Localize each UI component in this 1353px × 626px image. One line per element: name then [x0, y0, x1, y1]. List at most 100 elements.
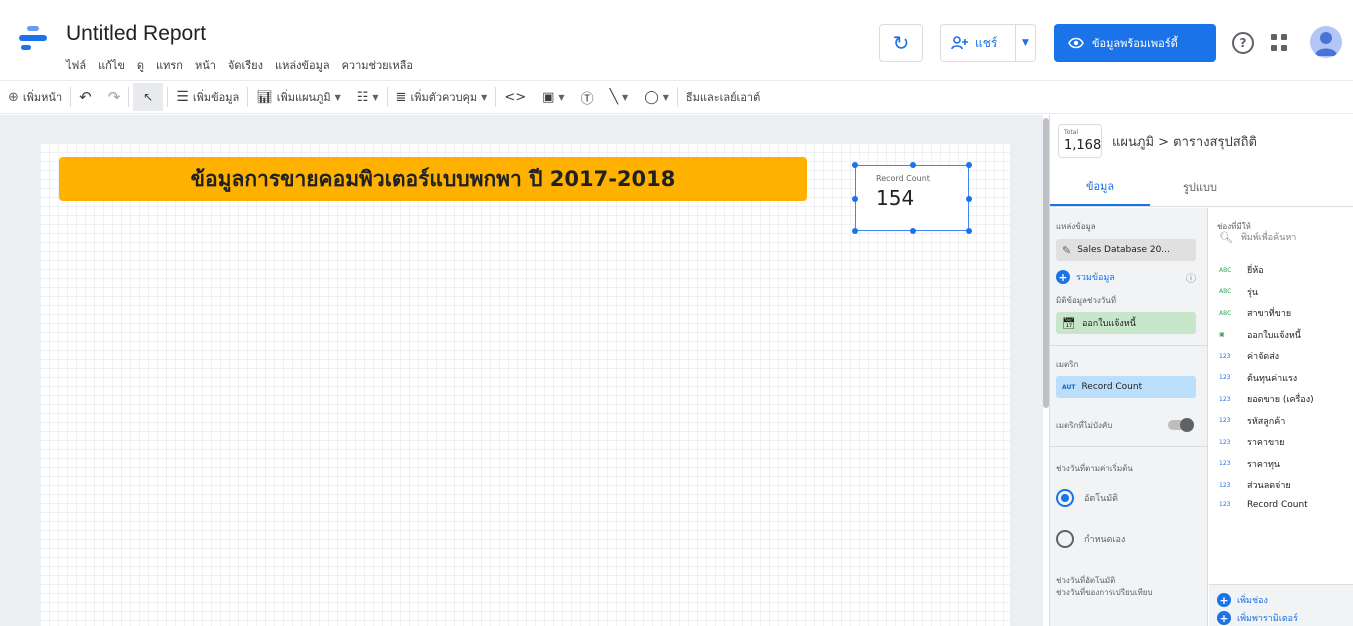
title-banner[interactable]: ข้อมูลการขายคอมพิวเตอร์แบบพกพา ปี 2017-2… — [59, 157, 807, 201]
view-label: ข้อมูลพร้อมเพอร์ดี้ — [1092, 37, 1178, 50]
resize-handle[interactable] — [966, 162, 972, 168]
code-icon: <> — [504, 89, 527, 105]
resize-handle[interactable] — [852, 162, 858, 168]
tab-data[interactable]: ข้อมูล — [1050, 167, 1150, 206]
field-name: ส่วนลดจ่าย — [1247, 481, 1291, 491]
add-control-button[interactable]: ≣ เพิ่มตัวควบคุม ▼ — [388, 88, 496, 106]
avatar[interactable] — [1310, 26, 1342, 58]
resize-handle[interactable] — [852, 228, 858, 234]
field-item[interactable]: ABC รุ่น — [1219, 285, 1258, 299]
view-button[interactable]: ข้อมูลพร้อมเพอร์ดี้ — [1054, 24, 1216, 62]
field-item[interactable]: ▣ ออกใบแจ้งหนี้ — [1219, 328, 1301, 342]
field-item[interactable]: 123 ค่าจัดส่ง — [1219, 349, 1279, 363]
resize-handle[interactable] — [852, 196, 858, 202]
add-parameter-button[interactable]: + เพิ่มพารามิเตอร์ — [1217, 611, 1298, 625]
add-chart-button[interactable]: 📊︎ เพิ่มแผนภูมิ ▼ — [248, 88, 349, 106]
tab-style[interactable]: รูปแบบ — [1150, 167, 1250, 206]
report-title[interactable]: Untitled Report — [66, 22, 206, 46]
image-button[interactable]: ▣ ▼ — [534, 90, 572, 105]
embed-code-button[interactable]: <> — [496, 90, 534, 105]
field-item[interactable]: 123 ส่วนลดจ่าย — [1219, 478, 1291, 492]
menu-edit[interactable]: แก้ไข — [98, 56, 125, 74]
field-item[interactable]: 123 Record Count — [1219, 500, 1308, 510]
field-item[interactable]: ABC ยี่ห้อ — [1219, 263, 1264, 277]
shapes-icon: ◯ — [644, 89, 659, 105]
field-item[interactable]: 123 รหัสลูกค้า — [1219, 414, 1285, 428]
share-button[interactable]: แชร์ ▼ — [940, 24, 1036, 62]
filter-icon: ≣ — [395, 89, 407, 105]
undo-button[interactable]: ↶ — [71, 88, 100, 106]
report-page[interactable]: ข้อมูลการขายคอมพิวเตอร์แบบพกพา ปี 2017-2… — [40, 143, 1010, 626]
menu-resource[interactable]: แหล่งข้อมูล — [275, 56, 330, 74]
datasource-chip[interactable]: ✎ Sales Database 20... — [1056, 239, 1196, 261]
add-data-button[interactable]: ☰ เพิ่มข้อมูล — [168, 88, 247, 106]
shape-button[interactable]: ◯ ▼ — [636, 90, 677, 105]
add-page-button[interactable]: ⊕ เพิ่มหน้า — [0, 88, 70, 106]
blend-data-button[interactable]: + รวมข้อมูล — [1056, 270, 1115, 284]
field-item[interactable]: 123 ต้นทุนค่าแรง — [1219, 371, 1297, 385]
field-search-input[interactable]: 🔍︎ พิมพ์เพื่อค้นหา — [1219, 230, 1296, 244]
radio-auto[interactable]: อัตโนมัติ — [1056, 489, 1118, 507]
app-header: Untitled Report ไฟล์ แก้ไข ดู แทรก หน้า … — [0, 0, 1353, 78]
datasource-label: แหล่งข้อมูล — [1056, 222, 1096, 231]
field-item[interactable]: 123 ราคาทุน — [1219, 457, 1280, 471]
toolbar-divider — [128, 87, 130, 107]
optional-metric-toggle[interactable] — [1168, 418, 1194, 432]
add-data-label: เพิ่มข้อมูล — [192, 91, 240, 104]
radio-unselected-icon — [1056, 530, 1074, 548]
field-name: ยี่ห้อ — [1247, 266, 1264, 276]
chevron-down-icon: ▼ — [481, 92, 488, 102]
resize-handle[interactable] — [910, 228, 916, 234]
radio-custom[interactable]: กำหนดเอง — [1056, 530, 1125, 548]
field-item[interactable]: ABC สาขาที่ขาย — [1219, 306, 1291, 320]
add-field-button[interactable]: + เพิ่มช่อง — [1217, 593, 1268, 607]
theme-layout-button[interactable]: ธีมและเลย์เอาต์ — [678, 88, 768, 106]
community-viz-icon: ☷ — [356, 89, 369, 105]
radio-custom-label: กำหนดเอง — [1084, 535, 1126, 545]
metric-chip[interactable]: AUT Record Count — [1056, 376, 1196, 398]
apps-grid-icon[interactable] — [1271, 34, 1289, 52]
user-icon — [1315, 32, 1337, 56]
refresh-button[interactable]: ↻ — [879, 24, 923, 62]
redo-button[interactable]: ↷ — [100, 88, 129, 106]
panel-header: Total 1,168 แผนภูมิ > ตารางสรุปสถิติ — [1050, 115, 1353, 167]
menu-help[interactable]: ความช่วยเหลือ — [342, 56, 413, 74]
resize-handle[interactable] — [966, 228, 972, 234]
menu-view[interactable]: ดู — [137, 56, 144, 74]
resize-handle[interactable] — [910, 162, 916, 168]
select-tool-button[interactable]: ↖ — [133, 83, 164, 111]
chevron-down-icon: ▼ — [662, 92, 669, 102]
field-name: ราคาขาย — [1247, 438, 1285, 448]
share-label: แชร์ — [975, 35, 998, 50]
share-dropdown-icon[interactable]: ▼ — [1015, 25, 1035, 61]
help-icon[interactable]: ? — [1232, 32, 1254, 54]
metric-value: Record Count — [1081, 382, 1143, 392]
resize-handle[interactable] — [966, 196, 972, 202]
metric-badge: AUT — [1062, 383, 1076, 391]
scorecard-label: Record Count — [876, 174, 930, 183]
image-icon: ▣ — [542, 89, 555, 105]
add-parameter-label: เพิ่มพารามิเตอร์ — [1237, 614, 1298, 624]
chart-type-badge[interactable]: Total 1,168 — [1058, 124, 1102, 158]
scorecard-chart[interactable]: Record Count 154 — [852, 162, 972, 234]
field-type-icon: ABC — [1219, 266, 1232, 274]
field-type-icon: 123 — [1219, 374, 1231, 381]
date-dimension-chip[interactable]: 📅︎ ออกใบแจ้งหนี้ — [1056, 312, 1196, 334]
text-button[interactable]: Ⓣ — [573, 88, 602, 107]
field-item[interactable]: 123 ยอดขาย (เครื่อง) — [1219, 392, 1314, 406]
field-type-icon: 123 — [1219, 481, 1231, 489]
menu-page[interactable]: หน้า — [195, 56, 216, 74]
menu-insert[interactable]: แทรก — [156, 56, 183, 74]
add-field-label: เพิ่มช่อง — [1237, 596, 1268, 606]
line-button[interactable]: ╲ ▼ — [602, 89, 637, 105]
help-icon[interactable]: ⓘ — [1186, 270, 1196, 285]
field-item[interactable]: 123 ราคาขาย — [1219, 435, 1284, 449]
community-viz-button[interactable]: ☷ ▼ — [349, 90, 387, 105]
add-circle-icon: ⊕ — [8, 89, 19, 105]
menu-arrange[interactable]: จัดเรียง — [228, 56, 263, 74]
menu-file[interactable]: ไฟล์ — [66, 56, 86, 74]
field-name: Record Count — [1247, 499, 1308, 510]
properties-panel: Total 1,168 แผนภูมิ > ตารางสรุปสถิติ ข้อ… — [1049, 115, 1353, 626]
looker-studio-logo-icon[interactable] — [18, 24, 48, 52]
toolbar: ⊕ เพิ่มหน้า ↶ ↷ ↖ ☰ เพิ่มข้อมูล 📊︎ เพิ่ม… — [0, 80, 1353, 114]
